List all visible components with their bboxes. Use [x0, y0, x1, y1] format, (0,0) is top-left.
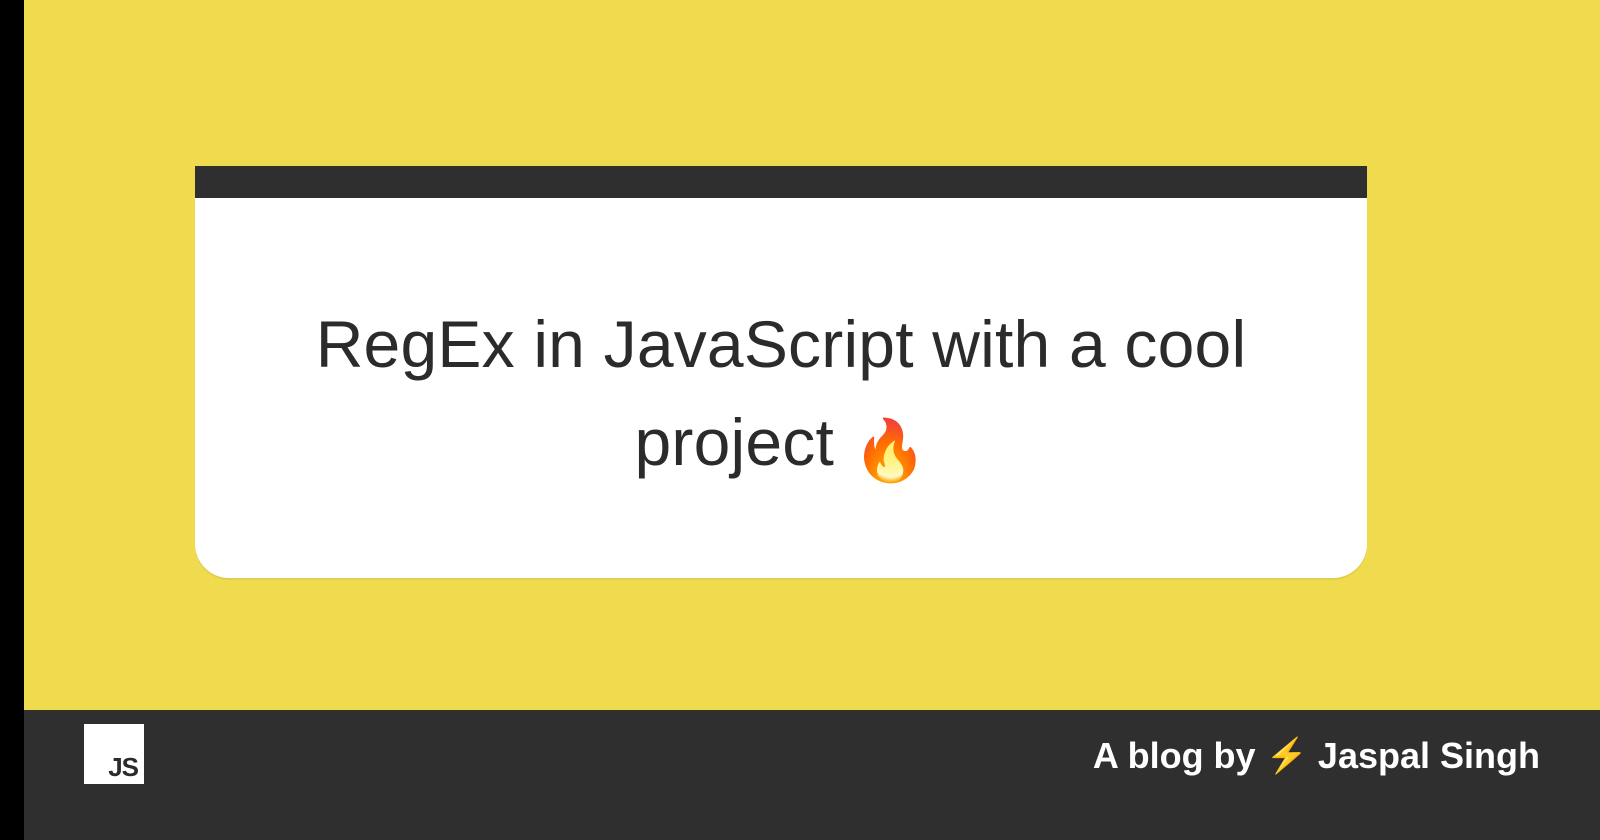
fire-icon: 🔥	[853, 417, 928, 484]
byline-author: Jaspal Singh	[1318, 735, 1540, 777]
js-logo-text: JS	[108, 754, 138, 780]
post-title-text: RegEx in JavaScript with a cool project	[316, 307, 1247, 479]
title-card: RegEx in JavaScript with a cool project …	[195, 166, 1367, 578]
byline: A blog by ⚡ Jaspal Singh	[1093, 735, 1540, 777]
card-topbar	[195, 166, 1367, 198]
js-logo: JS	[84, 724, 144, 784]
bolt-icon: ⚡	[1266, 739, 1308, 773]
byline-prefix: A blog by	[1093, 735, 1256, 777]
post-title: RegEx in JavaScript with a cool project …	[195, 198, 1367, 495]
